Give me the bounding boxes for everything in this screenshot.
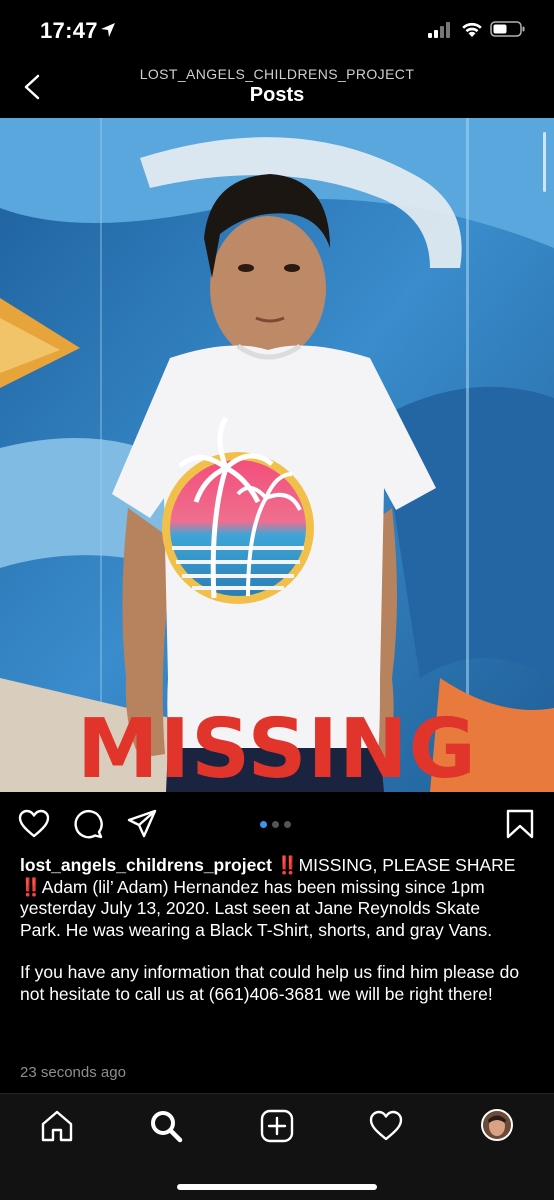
carousel-indicator xyxy=(260,821,291,828)
caption-username[interactable]: lost_angels_childrens_project xyxy=(20,855,272,875)
carousel-dot xyxy=(260,821,267,828)
wifi-icon xyxy=(462,22,482,37)
caption-paragraph-1: lost_angels_childrens_project ‼️MISSING,… xyxy=(20,855,520,941)
share-icon[interactable] xyxy=(126,808,158,840)
posts-header: LOST_ANGELS_CHILDRENS_PROJECT Posts xyxy=(0,62,554,118)
comment-icon[interactable] xyxy=(72,808,104,840)
missing-child-photo xyxy=(0,118,554,792)
activity-heart-icon[interactable] xyxy=(368,1108,404,1144)
home-icon[interactable] xyxy=(39,1108,75,1144)
missing-overlay-text: MISSING xyxy=(77,702,477,792)
image-scroll-indicator xyxy=(543,132,546,192)
bottom-tab-bar xyxy=(0,1093,554,1200)
profile-avatar[interactable] xyxy=(481,1109,513,1141)
status-time: 17:47 xyxy=(40,18,98,43)
avatar-image xyxy=(483,1111,511,1139)
search-icon[interactable] xyxy=(148,1108,184,1144)
cellular-signal-icon xyxy=(428,22,450,38)
status-bar: 17:47 xyxy=(0,0,554,62)
page-title: Posts xyxy=(249,84,305,106)
alert-icon: ‼️ xyxy=(20,876,42,897)
post-image[interactable]: MISSING xyxy=(0,118,554,792)
battery-icon xyxy=(490,21,525,37)
location-arrow-icon xyxy=(101,23,115,37)
post-caption: lost_angels_childrens_project ‼️MISSING,… xyxy=(20,855,520,1005)
caption-text-1: MISSING, PLEASE SHARE xyxy=(298,855,521,875)
carousel-dot xyxy=(284,821,291,828)
caption-text-2: Adam (lil’ Adam) Hernandez has been miss… xyxy=(20,876,493,940)
carousel-dot xyxy=(272,821,279,828)
heart-icon[interactable] xyxy=(18,808,50,840)
post-actions xyxy=(0,792,554,852)
home-indicator xyxy=(177,1184,377,1190)
alert-icon: ‼️ xyxy=(276,855,299,875)
new-post-icon[interactable] xyxy=(259,1108,295,1144)
account-name[interactable]: LOST_ANGELS_CHILDRENS_PROJECT xyxy=(0,66,554,82)
post-timestamp: 23 seconds ago xyxy=(20,1064,126,1081)
caption-paragraph-2: If you have any information that could h… xyxy=(20,962,524,1004)
bookmark-icon[interactable] xyxy=(504,808,536,840)
